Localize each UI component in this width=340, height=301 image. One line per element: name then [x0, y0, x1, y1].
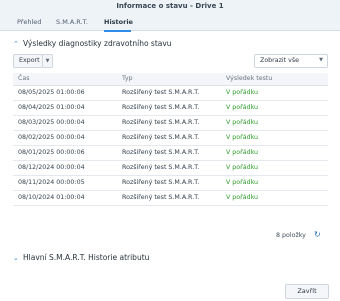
cell-time: 08/04/2025 01:00:04: [18, 104, 85, 111]
tab-bar: Přehled S.M.A.R.T. Historie: [0, 14, 340, 31]
table-row[interactable]: 08/02/2025 00:00:04 Rozšířený test S.M.A…: [13, 131, 328, 146]
tab-overview[interactable]: Přehled: [17, 18, 41, 26]
history-section-title: Hlavní S.M.A.R.T. Historie atributu: [23, 253, 150, 262]
item-count: 8 položky: [276, 232, 306, 239]
cell-result: V pořádku: [226, 179, 259, 186]
cell-type: Rozšířený test S.M.A.R.T.: [122, 134, 200, 141]
column-header-type[interactable]: Typ: [122, 75, 133, 82]
cell-result: V pořádku: [226, 164, 259, 171]
cell-type: Rozšířený test S.M.A.R.T.: [122, 119, 200, 126]
export-dropdown-button[interactable]: ▼: [42, 54, 53, 68]
cell-time: 08/02/2025 00:00:04: [18, 134, 85, 141]
cell-type: Rozšířený test S.M.A.R.T.: [122, 164, 200, 171]
cell-time: 08/10/2024 01:00:04: [18, 194, 85, 201]
cell-type: Rozšířený test S.M.A.R.T.: [122, 89, 200, 96]
cell-result: V pořádku: [226, 194, 259, 201]
table-row[interactable]: 08/12/2024 00:00:04 Rozšířený test S.M.A…: [13, 161, 328, 176]
tab-smart[interactable]: S.M.A.R.T.: [56, 18, 88, 26]
caret-down-icon: ▼: [319, 57, 323, 63]
cell-time: 08/11/2024 00:00:05: [18, 179, 85, 186]
window-title: Informace o stavu - Drive 1: [116, 2, 224, 10]
cell-type: Rozšířený test S.M.A.R.T.: [122, 149, 200, 156]
table-row[interactable]: 08/04/2025 01:00:04 Rozšířený test S.M.A…: [13, 101, 328, 116]
cell-result: V pořádku: [226, 89, 259, 96]
cell-type: Rozšířený test S.M.A.R.T.: [122, 179, 200, 186]
results-section-title: Výsledky diagnostiky zdravotního stavu: [23, 39, 172, 48]
tab-history[interactable]: Historie: [104, 18, 133, 26]
cell-time: 08/12/2024 00:00:04: [18, 164, 85, 171]
table-row[interactable]: 08/11/2024 00:00:05 Rozšířený test S.M.A…: [13, 176, 328, 191]
table-row[interactable]: 08/03/2025 00:00:04 Rozšířený test S.M.A…: [13, 116, 328, 131]
cell-time: 08/01/2025 00:00:06: [18, 149, 85, 156]
cell-time: 08/05/2025 01:00:06: [18, 89, 85, 96]
chevron-down-icon: ⌄: [13, 254, 19, 262]
cell-time: 08/03/2025 00:00:04: [18, 119, 85, 126]
export-button[interactable]: Export: [13, 54, 43, 68]
column-header-result[interactable]: Výsledek testu: [226, 75, 272, 82]
cell-result: V pořádku: [226, 149, 259, 156]
column-header-time[interactable]: Čas: [18, 75, 30, 82]
table-row[interactable]: 08/01/2025 00:00:06 Rozšířený test S.M.A…: [13, 146, 328, 161]
filter-select-value: Zobrazit vše: [260, 57, 300, 64]
cell-result: V pořádku: [226, 134, 259, 141]
cell-type: Rozšířený test S.M.A.R.T.: [122, 194, 200, 201]
refresh-icon[interactable]: ↻: [314, 230, 321, 239]
cell-result: V pořádku: [226, 104, 259, 111]
table-row[interactable]: 08/10/2024 01:00:04 Rozšířený test S.M.A…: [13, 191, 328, 206]
title-bar: Informace o stavu - Drive 1: [0, 0, 340, 14]
filter-select[interactable]: Zobrazit vše ▼: [254, 54, 328, 68]
active-tab-indicator: [104, 30, 131, 32]
caret-down-icon: ▼: [45, 58, 50, 64]
chevron-up-icon: ⌃: [13, 40, 19, 48]
table-header: Čas Typ Výsledek testu: [13, 73, 328, 86]
cell-result: V pořádku: [226, 119, 259, 126]
close-button[interactable]: Zavřít: [285, 284, 329, 299]
cell-type: Rozšířený test S.M.A.R.T.: [122, 104, 200, 111]
table-row[interactable]: 08/05/2025 01:00:06 Rozšířený test S.M.A…: [13, 86, 328, 101]
history-section-header[interactable]: ⌄ Hlavní S.M.A.R.T. Historie atributu: [13, 253, 149, 262]
results-section-header[interactable]: ⌃ Výsledky diagnostiky zdravotního stavu: [13, 39, 172, 48]
